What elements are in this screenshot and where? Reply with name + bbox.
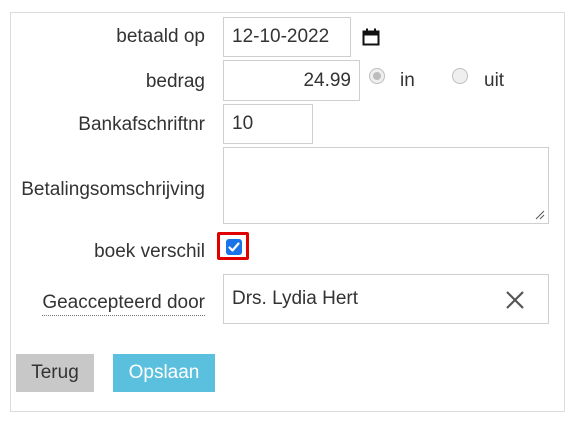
accepted-by-value: Drs. Lydia Hert	[232, 288, 358, 309]
accepted-by-select[interactable]: Drs. Lydia Hert	[223, 274, 549, 324]
accepted-by-label: Geaccepteerd door	[42, 292, 205, 316]
payment-description-label: Betalingsomschrijving	[21, 179, 205, 200]
direction-out-radio[interactable]	[452, 68, 468, 84]
paid-on-label: betaald op	[116, 26, 205, 47]
amount-label: bedrag	[145, 71, 205, 92]
payment-description-textarea[interactable]	[223, 147, 549, 224]
save-button[interactable]: Opslaan	[113, 354, 215, 392]
resize-grip-icon[interactable]	[535, 210, 545, 220]
statement-number-input[interactable]: 10	[223, 104, 313, 144]
direction-in-radio[interactable]	[369, 68, 385, 84]
book-difference-checkbox[interactable]	[226, 239, 242, 255]
statement-number-label: Bankafschriftnr	[78, 114, 205, 135]
book-difference-highlight	[217, 232, 249, 260]
book-difference-label: boek verschil	[94, 241, 205, 262]
clear-icon[interactable]	[504, 289, 526, 311]
direction-out-label: uit	[484, 70, 505, 91]
amount-input[interactable]: 24.99	[223, 60, 360, 101]
paid-on-input[interactable]: 12-10-2022	[223, 17, 351, 57]
back-button[interactable]: Terug	[16, 354, 94, 392]
checkmark-icon	[228, 242, 240, 252]
calendar-icon[interactable]	[362, 28, 380, 46]
direction-in-label: in	[400, 70, 415, 91]
